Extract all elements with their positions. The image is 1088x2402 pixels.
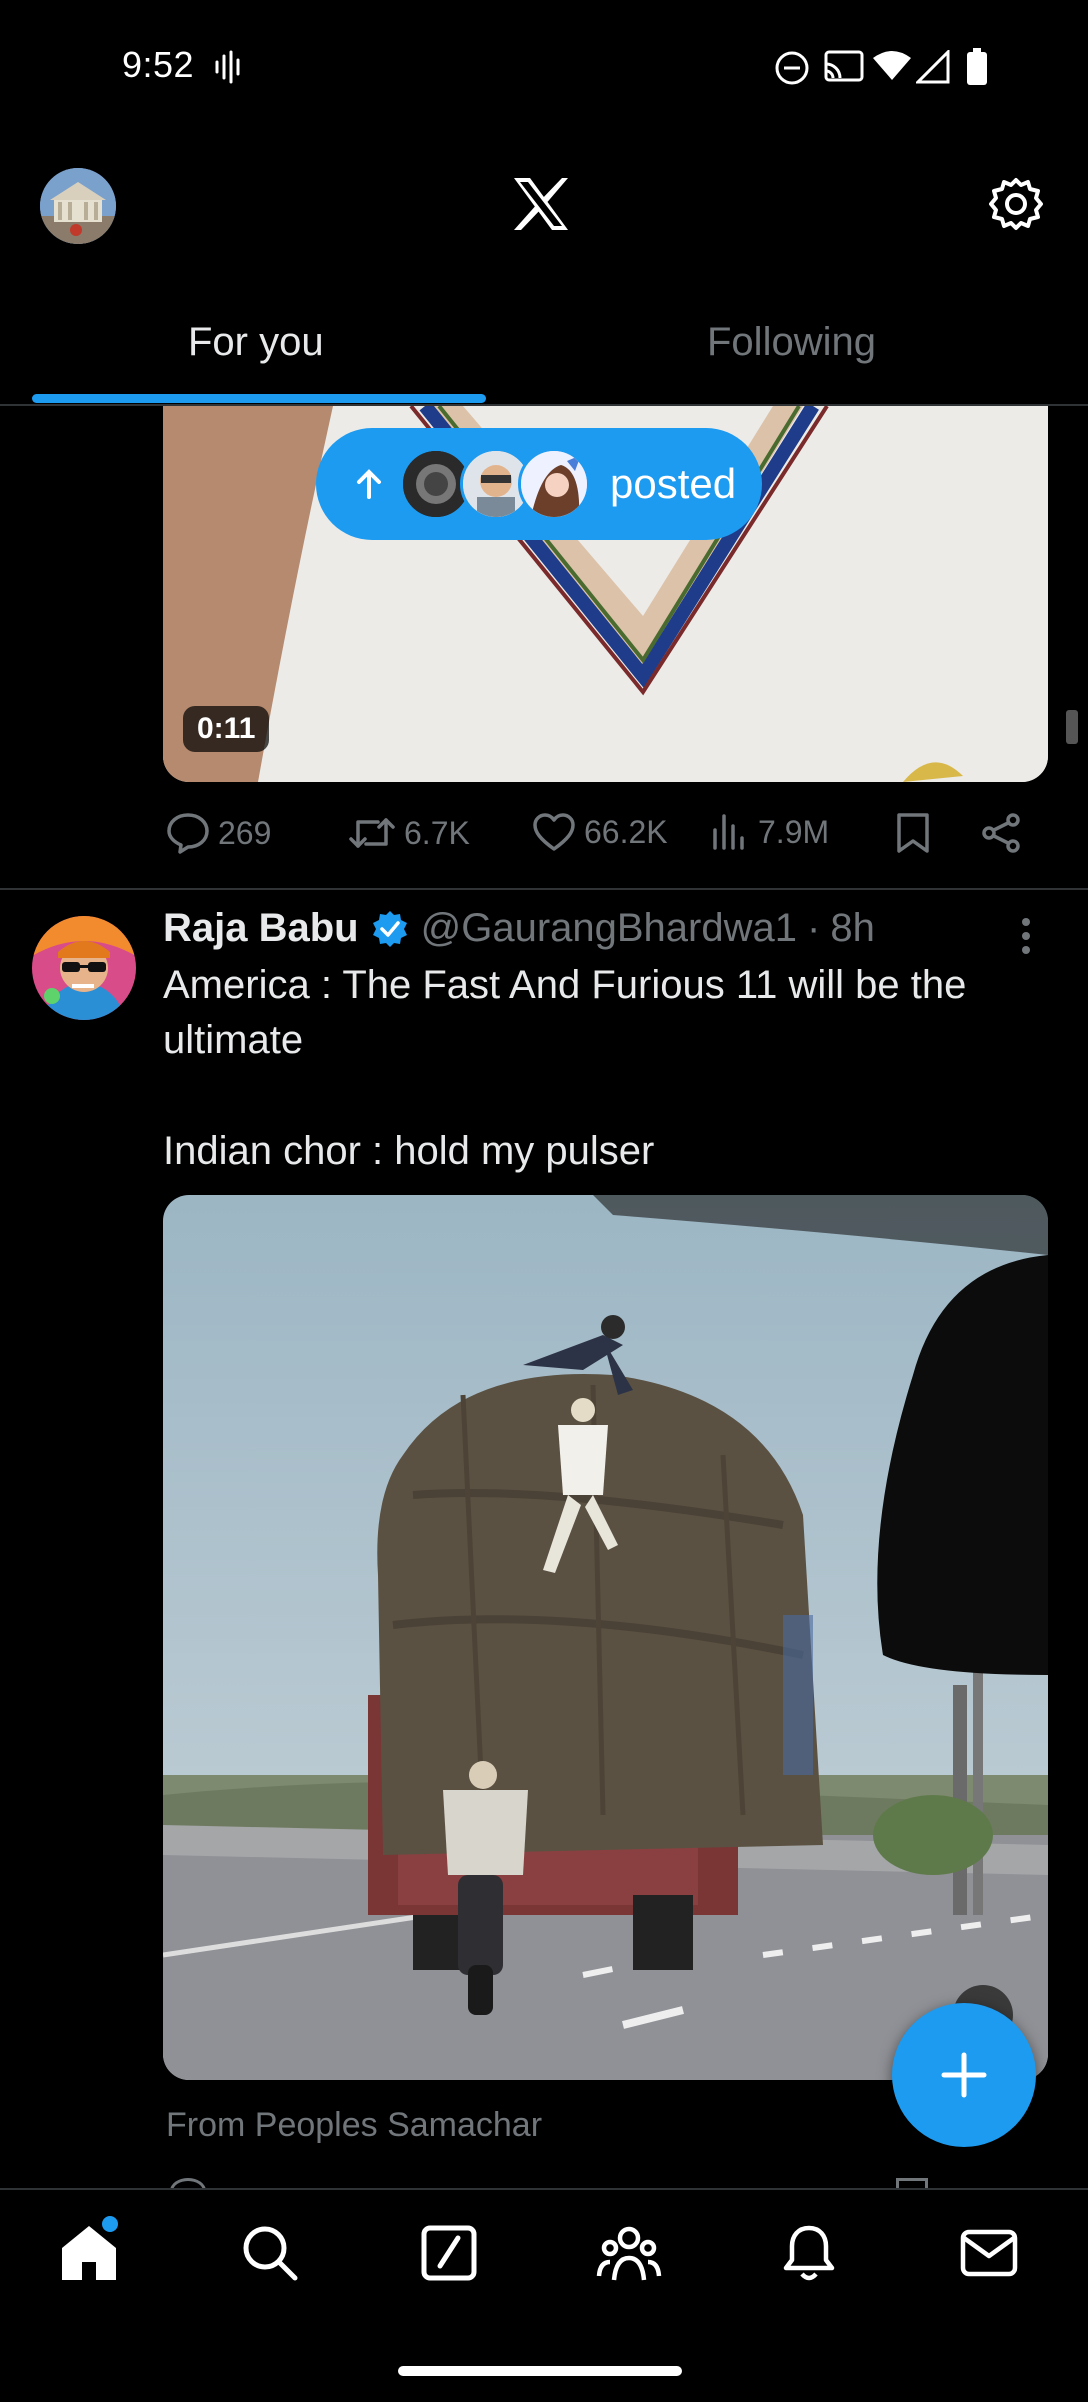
repost-count: 6.7K — [404, 814, 470, 851]
views-count: 7.9M — [758, 813, 830, 850]
author-name[interactable]: Raja Babu — [163, 906, 359, 951]
dnd-icon — [774, 50, 810, 86]
tab-following-label: Following — [707, 320, 876, 364]
tweet2-actions-peek — [166, 2178, 1046, 2188]
views-button[interactable]: 7.9M — [710, 812, 829, 852]
status-time: 9:52 — [122, 44, 195, 85]
video-duration-badge: 0:11 — [183, 706, 270, 752]
notification-dot — [102, 2216, 118, 2232]
heart-icon — [533, 813, 575, 851]
nav-grok[interactable] — [418, 2222, 480, 2284]
share-icon — [982, 813, 1020, 853]
profile-avatar[interactable] — [40, 168, 116, 244]
bottom-nav — [0, 2188, 1088, 2402]
bookmark-icon — [897, 813, 929, 853]
tweet-text-line2: Indian chor : hold my pulser — [163, 1129, 655, 1173]
share-button[interactable] — [980, 812, 1022, 854]
wifi-icon — [872, 50, 912, 82]
reply-count: 269 — [218, 814, 272, 851]
nav-communities[interactable] — [596, 2222, 662, 2284]
tab-following[interactable]: Following — [544, 290, 1088, 406]
grok-icon — [421, 2225, 477, 2281]
tweet-text-line1: America : The Fast And Furious 11 will b… — [163, 963, 967, 1062]
nav-notifications[interactable] — [778, 2222, 840, 2284]
bookmark-button[interactable] — [896, 812, 930, 854]
tweet-header: Raja Babu @GaurangBhardwa1 · 8h — [163, 906, 875, 951]
like-count: 66.2K — [584, 813, 668, 850]
nav-home[interactable] — [58, 2216, 120, 2284]
like-button[interactable]: 66.2K — [532, 812, 668, 852]
header-separator: · — [807, 906, 821, 950]
tab-for-you-label: For you — [188, 320, 324, 364]
settings-gear-icon[interactable] — [988, 176, 1044, 232]
tab-for-you[interactable]: For you — [0, 290, 544, 406]
repost-icon — [349, 818, 395, 848]
tweet-divider — [0, 888, 1088, 890]
reply-button[interactable]: 269 — [166, 812, 271, 854]
search-icon — [243, 2226, 298, 2281]
gesture-handle[interactable] — [398, 2366, 682, 2376]
compose-button[interactable] — [892, 2003, 1036, 2147]
new-posts-label: posted — [610, 460, 737, 507]
repost-button[interactable]: 6.7K — [348, 812, 470, 854]
x-logo-icon[interactable] — [512, 176, 570, 232]
posted-avatars — [400, 448, 590, 520]
tweet2-video[interactable] — [163, 1195, 1048, 2080]
nav-messages[interactable] — [958, 2222, 1020, 2284]
communities-icon — [596, 2226, 662, 2281]
reply-icon — [167, 813, 209, 854]
notifications-icon — [783, 2225, 835, 2281]
active-tab-indicator — [32, 394, 486, 403]
nav-search[interactable] — [239, 2222, 301, 2284]
author-handle[interactable]: @GaurangBhardwa1 — [421, 906, 797, 951]
scrollbar-thumb[interactable] — [1066, 710, 1078, 744]
arrow-up-icon — [356, 469, 382, 499]
messages-icon — [960, 2229, 1018, 2277]
timeline-tabs: For you Following — [0, 290, 1088, 406]
cast-icon — [824, 50, 864, 84]
verified-badge-icon — [371, 910, 409, 948]
new-posts-pill[interactable]: posted — [316, 428, 762, 540]
sound-wave-icon — [214, 50, 244, 84]
avatar — [518, 448, 590, 520]
more-options-icon[interactable] — [1014, 916, 1038, 956]
views-icon — [713, 814, 744, 850]
tweet-time[interactable]: 8h — [830, 906, 875, 951]
signal-icon — [916, 50, 950, 84]
author-avatar[interactable] — [32, 916, 136, 1020]
media-source[interactable]: From Peoples Samachar — [166, 2106, 542, 2145]
battery-icon — [966, 48, 988, 86]
plus-icon — [941, 2052, 987, 2098]
